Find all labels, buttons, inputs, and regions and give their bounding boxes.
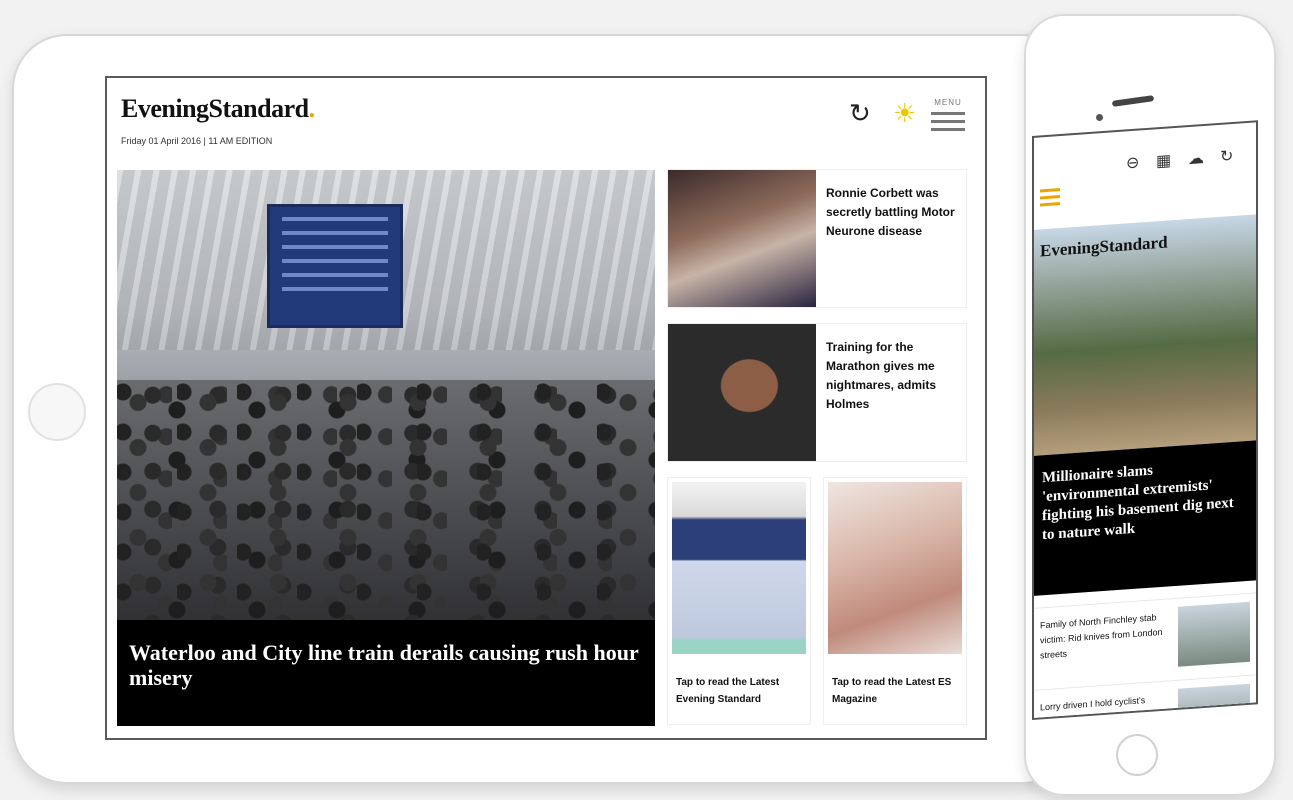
ipad-home-button[interactable] [28, 383, 86, 441]
refresh-icon[interactable]: ↻ [849, 100, 871, 126]
story-headline: Ronnie Corbett was secretly battling Mot… [826, 186, 955, 238]
menu-label: MENU [934, 98, 962, 107]
hero-photo-crowd [117, 380, 655, 640]
phone-speaker [1111, 95, 1155, 107]
list-item-text: Family of North Finchley stab victim: Ri… [1040, 612, 1163, 661]
story-card[interactable]: Ronnie Corbett was secretly battling Mot… [668, 170, 966, 307]
departure-board-image [267, 204, 403, 328]
sun-icon[interactable]: ☀ [893, 100, 916, 126]
cloud-icon[interactable]: ☁ [1188, 148, 1204, 169]
iphone-device: ⊖ ▦ ☁ ↻ EveningStandard Millionaire slam… [1024, 14, 1276, 796]
hero-headline[interactable]: Waterloo and City line train derails cau… [129, 640, 643, 690]
refresh-icon[interactable]: ↻ [1220, 146, 1233, 167]
story-headline: Training for the Marathon gives me night… [826, 340, 937, 411]
list-item[interactable]: Family of North Finchley stab victim: Ri… [1034, 592, 1256, 689]
story-card[interactable]: Training for the Marathon gives me night… [668, 324, 966, 461]
story-thumbnail [668, 324, 816, 461]
phone-menu-icon[interactable] [1040, 188, 1060, 210]
phone-camera [1096, 114, 1103, 121]
menu-icon-bar [931, 128, 965, 131]
promo-text: Tap to read the Latest ES Magazine [832, 677, 952, 705]
phone-home-button[interactable] [1116, 734, 1158, 776]
logo-dot: . [308, 94, 316, 123]
hero-story[interactable]: Waterloo and City line train derails cau… [117, 170, 655, 726]
evening-standard-logo[interactable]: EveningStandard. [121, 94, 315, 124]
ipad-screen: EveningStandard. Friday 01 April 2016 | … [105, 76, 987, 740]
calendar-icon[interactable]: ▦ [1156, 150, 1171, 171]
promo-latest-paper[interactable]: Tap to read the Latest Evening Standard [668, 478, 810, 724]
ipad-device: EveningStandard. Friday 01 April 2016 | … [12, 34, 1077, 784]
list-item-thumbnail [1178, 683, 1250, 721]
phone-screen: ⊖ ▦ ☁ ↻ EveningStandard Millionaire slam… [1032, 120, 1258, 721]
magazine-cover-image [828, 482, 962, 654]
promo-latest-magazine[interactable]: Tap to read the Latest ES Magazine [824, 478, 966, 724]
hero-caption: Waterloo and City line train derails cau… [117, 620, 655, 726]
edition-date: Friday 01 April 2016 | 11 AM EDITION [121, 136, 273, 146]
phone-hero-headline: Millionaire slams 'environmental extremi… [1042, 462, 1234, 544]
list-item-thumbnail [1178, 601, 1250, 667]
list-item-text: Lorry driven I hold cyclist's [1040, 695, 1146, 713]
menu-icon-bar [931, 120, 965, 123]
phone-hero-caption[interactable]: Millionaire slams 'environmental extremi… [1034, 440, 1256, 596]
story-thumbnail [668, 170, 816, 307]
menu-button[interactable]: MENU [931, 98, 965, 131]
logo-text: EveningStandard [121, 94, 309, 123]
promo-text: Tap to read the Latest Evening Standard [676, 677, 780, 705]
newspaper-cover-image [672, 482, 806, 654]
menu-icon-bar [931, 112, 965, 115]
glasses-icon[interactable]: ⊖ [1126, 152, 1139, 173]
